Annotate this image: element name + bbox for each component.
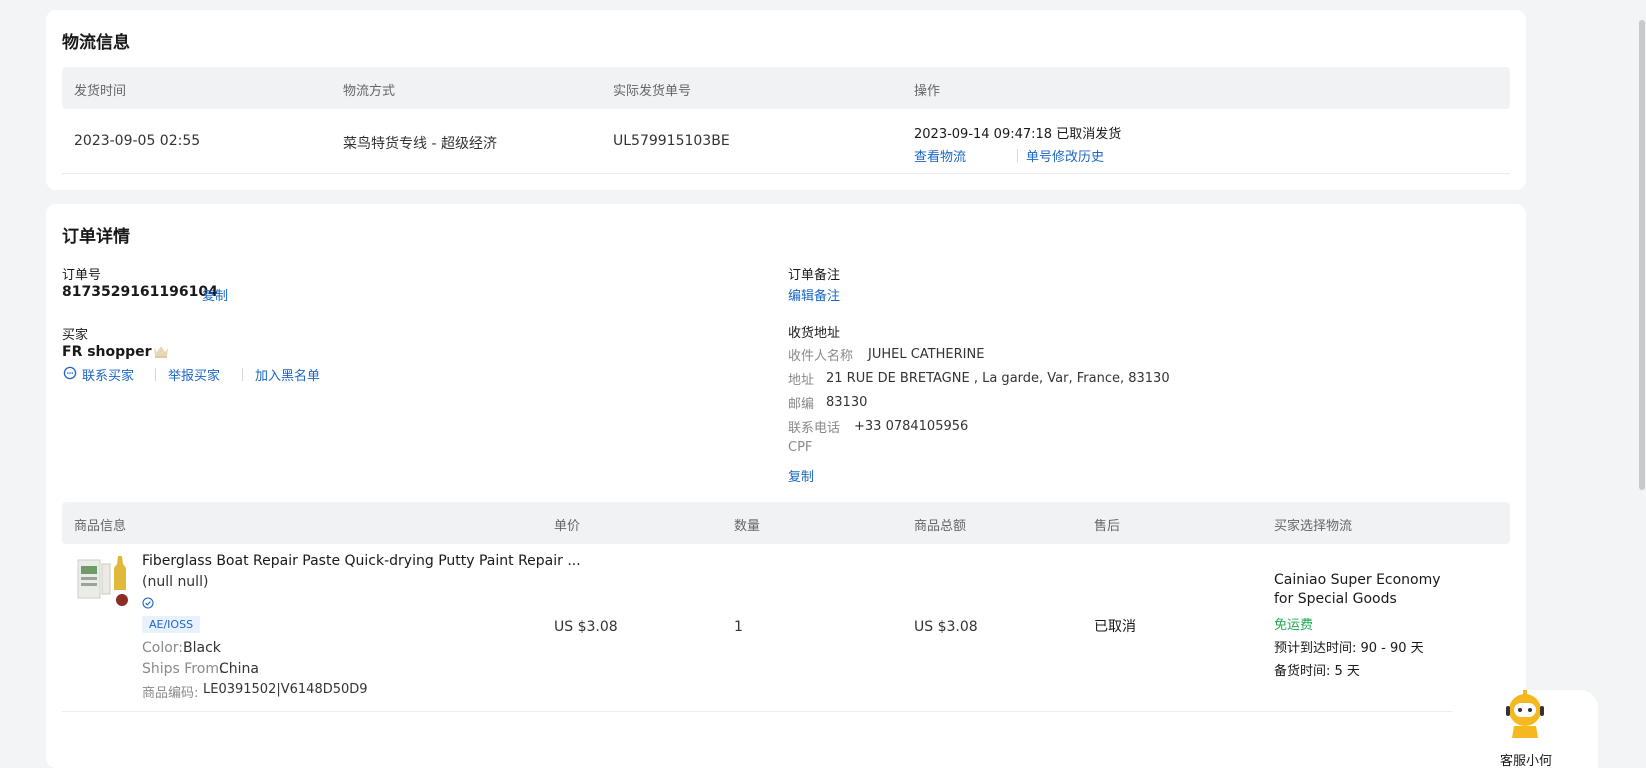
logistics-title: 物流信息 — [62, 33, 130, 53]
buyer-name: FR shopper — [62, 344, 152, 360]
verified-icon — [142, 597, 154, 609]
col-total: 商品总额 — [914, 519, 967, 534]
assistant-label: 客服小何 — [1500, 754, 1553, 768]
copy-order-no-button[interactable]: 复制 — [202, 285, 228, 304]
sku-value: LE0391502|V6148D50D9 — [203, 682, 368, 697]
logistics-card: 物流信息 发货时间 物流方式 实际发货单号 操作 2023-09-05 02:5… — [46, 10, 1526, 190]
order-card: 订单详情 订单号 8173529161196104 复制 买家 FR shopp… — [46, 204, 1526, 768]
edit-remark-link[interactable]: 编辑备注 — [788, 285, 840, 304]
ship-time: 2023-09-05 02:55 — [74, 133, 201, 149]
buyer-label: 买家 — [62, 328, 89, 343]
color-label: Color: — [142, 640, 184, 656]
row-divider — [62, 173, 1510, 174]
phone-value: +33 0784105956 — [854, 419, 969, 434]
tracking-number: UL579915103BE — [613, 133, 730, 149]
logistics-table-header: 发货时间 物流方式 实际发货单号 操作 — [62, 67, 1510, 109]
contact-buyer-link[interactable]: 联系买家 — [82, 365, 134, 384]
after-sale-status: 已取消 — [1094, 619, 1136, 635]
copy-address-button[interactable]: 复制 — [788, 466, 814, 485]
link-separator — [155, 368, 156, 381]
col-quantity: 数量 — [734, 519, 761, 534]
ships-from-value: China — [219, 661, 259, 677]
page-scrollbar[interactable] — [1638, 0, 1646, 768]
row-divider — [62, 711, 1510, 712]
shipping-method: 菜鸟特货专线 - 超级经济 — [343, 136, 497, 152]
eta-text: 预计到达时间: 90 - 90 天 — [1274, 641, 1424, 656]
logistics-name-line2: for Special Goods — [1274, 591, 1397, 607]
product-title[interactable]: Fiberglass Boat Repair Paste Quick-dryin… — [142, 553, 581, 569]
col-tracking: 实际发货单号 — [613, 84, 692, 99]
logistics-name-line1: Cainiao Super Economy — [1274, 572, 1441, 588]
col-operation: 操作 — [914, 84, 941, 99]
tracking-history-link[interactable]: 单号修改历史 — [1026, 146, 1104, 165]
free-shipping-label: 免运费 — [1274, 618, 1314, 633]
col-product-info: 商品信息 — [74, 519, 127, 534]
product-variant: (null null) — [142, 574, 209, 590]
remark-label: 订单备注 — [788, 268, 841, 283]
blacklist-link[interactable]: 加入黑名单 — [255, 365, 320, 384]
address-value: 21 RUE DE BRETAGNE , La garde, Var, Fran… — [826, 371, 1170, 386]
sku-label: 商品编码: — [142, 686, 199, 701]
product-thumbnail[interactable] — [74, 550, 132, 612]
recipient-label: 收件人名称 — [788, 349, 854, 364]
product-table-header: 商品信息 单价 数量 商品总额 售后 买家选择物流 — [62, 502, 1510, 544]
zip-value: 83130 — [826, 395, 868, 410]
col-buyer-logistics: 买家选择物流 — [1274, 519, 1353, 534]
addr-label: 地址 — [788, 373, 815, 388]
order-no-label: 订单号 — [62, 268, 102, 283]
zip-label: 邮编 — [788, 397, 815, 412]
prep-time-text: 备货时间: 5 天 — [1274, 664, 1360, 679]
color-value: Black — [183, 640, 221, 656]
operation-status: 2023-09-14 09:47:18 已取消发货 — [914, 127, 1122, 142]
cpf-label: CPF — [788, 440, 813, 455]
ioss-tag: AE/IOSS — [142, 616, 201, 633]
chat-icon[interactable] — [63, 366, 77, 380]
col-method: 物流方式 — [343, 84, 396, 99]
recipient-name: JUHEL CATHERINE — [868, 347, 985, 362]
report-buyer-link[interactable]: 举报买家 — [168, 365, 220, 384]
quantity: 1 — [734, 619, 743, 635]
ships-from-label: Ships From: — [142, 661, 224, 677]
scrollbar-thumb[interactable] — [1639, 20, 1645, 490]
address-label: 收货地址 — [788, 326, 841, 341]
phone-label: 联系电话 — [788, 421, 841, 436]
link-separator — [242, 368, 243, 381]
col-unit-price: 单价 — [554, 519, 581, 534]
order-title: 订单详情 — [62, 227, 130, 247]
view-logistics-link[interactable]: 查看物流 — [914, 146, 966, 165]
col-ship-time: 发货时间 — [74, 84, 127, 99]
col-after-sale: 售后 — [1094, 519, 1121, 534]
unit-price: US $3.08 — [554, 619, 618, 635]
assistant-avatar-icon[interactable] — [1502, 688, 1548, 740]
total-amount: US $3.08 — [914, 619, 978, 635]
link-separator — [1017, 149, 1018, 162]
crown-icon — [152, 343, 170, 359]
order-number: 8173529161196104 — [62, 284, 218, 300]
